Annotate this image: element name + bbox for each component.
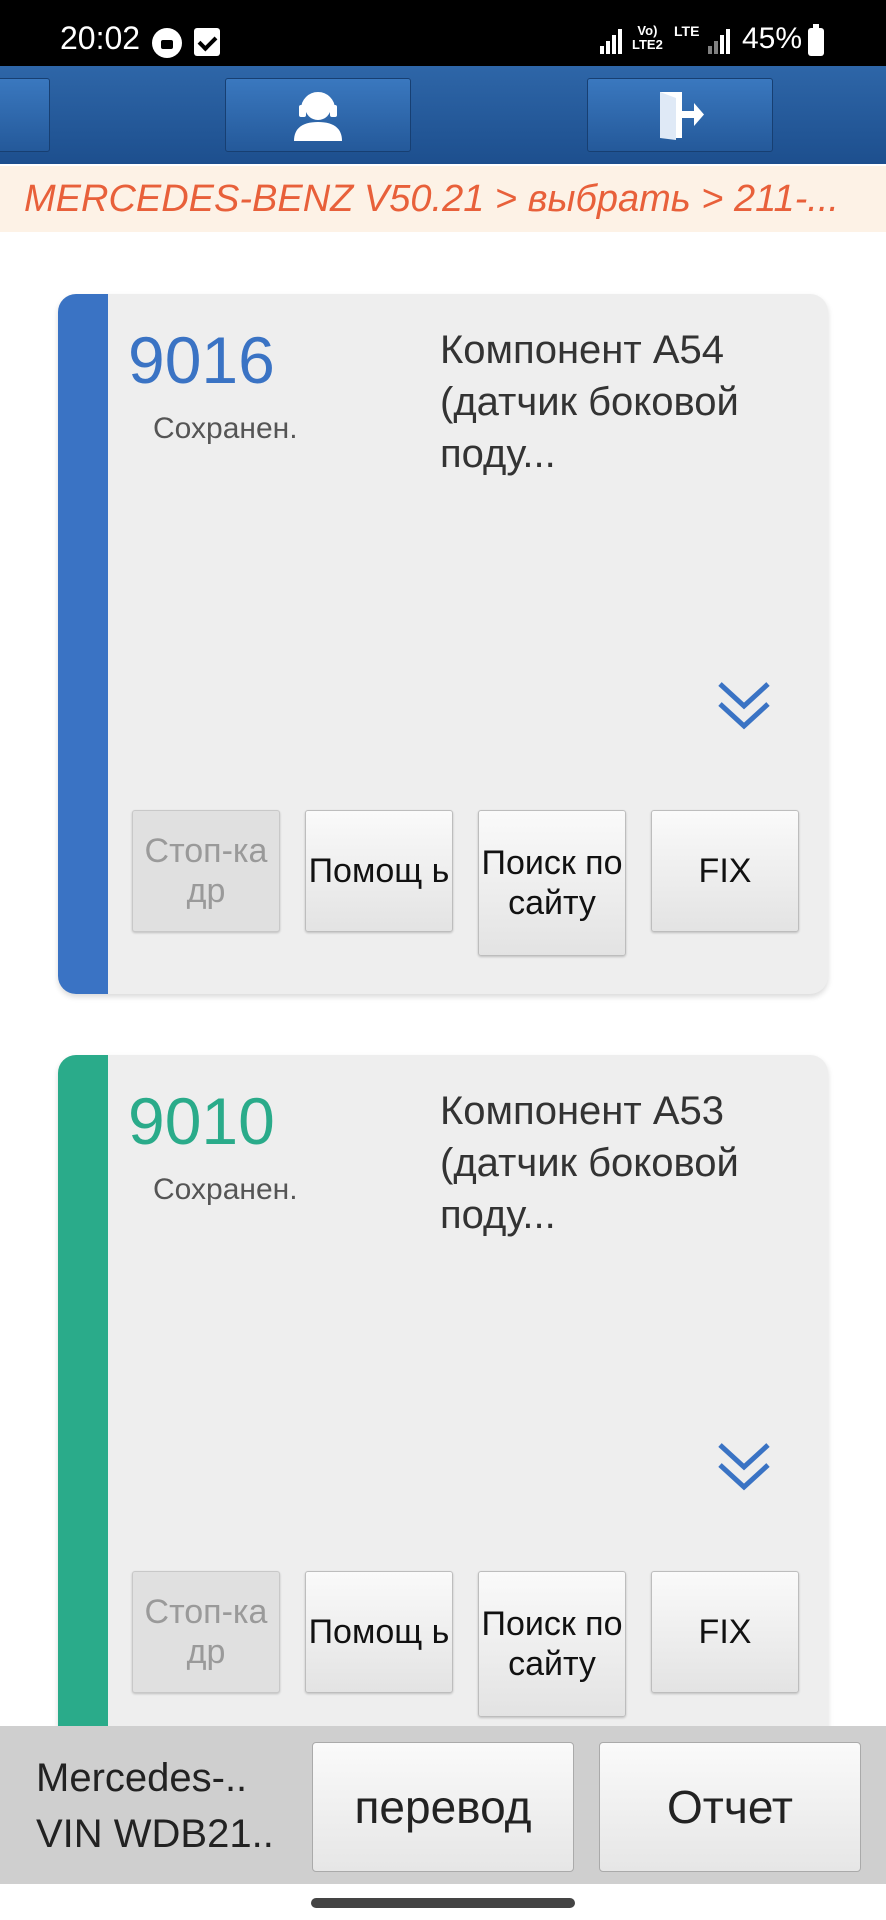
dtc-description: Компонент A54 (датчик боковой поду... (440, 328, 739, 476)
menu-button[interactable] (0, 78, 50, 152)
status-bar: 20:02 Vo) LTE2 LTE 45% (0, 0, 886, 66)
search-site-button[interactable]: Поиск по сайту (478, 1571, 626, 1717)
dtc-status: Сохранен. (153, 1173, 298, 1206)
bottom-bar: Mercedes-.. VIN WDB21.. перевод Отчет (0, 1726, 886, 1884)
battery-percent: 45% (742, 22, 803, 55)
help-button[interactable]: Помощ ь (305, 1571, 453, 1693)
signal-strength-icon-2 (708, 28, 734, 54)
vehicle-model: Mercedes-.. (36, 1756, 248, 1800)
exit-button[interactable] (587, 78, 773, 152)
support-agent-icon (294, 92, 342, 141)
fix-button[interactable]: FIX (651, 810, 799, 932)
expand-chevron-icon[interactable] (714, 1437, 774, 1497)
home-handle[interactable] (311, 1898, 575, 1908)
task-check-icon (194, 28, 220, 56)
card-accent-stripe (58, 1055, 108, 1755)
vehicle-vin: VIN WDB21.. (36, 1812, 274, 1856)
expand-chevron-icon[interactable] (714, 676, 774, 736)
freeze-frame-button[interactable]: Стоп-ка др (132, 1571, 280, 1693)
dtc-description: Компонент A53 (датчик боковой поду... (440, 1089, 739, 1237)
lte-indicator: LTE (674, 23, 700, 39)
top-toolbar (0, 66, 886, 164)
breadcrumb: MERCEDES-BENZ V50.21 > выбрать > 211-... (0, 166, 886, 232)
translate-button[interactable]: перевод (312, 1742, 574, 1872)
vpn-lock-icon (152, 28, 182, 58)
dtc-status: Сохранен. (153, 412, 298, 445)
dtc-code: 9016 (128, 323, 275, 397)
freeze-frame-button[interactable]: Стоп-ка др (132, 810, 280, 932)
search-site-button[interactable]: Поиск по сайту (478, 810, 626, 956)
status-time: 20:02 (60, 20, 141, 56)
dtc-card: 9010 Сохранен. Компонент A53 (датчик бок… (58, 1055, 828, 1755)
fix-button[interactable]: FIX (651, 1571, 799, 1693)
volte-indicator: Vo) LTE2 (632, 23, 663, 52)
exit-icon (660, 92, 704, 140)
gesture-nav-bar (0, 1884, 886, 1920)
report-button[interactable]: Отчет (599, 1742, 861, 1872)
card-accent-stripe (58, 294, 108, 994)
battery-charging-icon (808, 24, 824, 56)
dtc-card: 9016 Сохранен. Компонент A54 (датчик бок… (58, 294, 828, 994)
signal-strength-icon (600, 28, 626, 54)
dtc-code: 9010 (128, 1084, 275, 1158)
help-button[interactable]: Помощ ь (305, 810, 453, 932)
support-button[interactable] (225, 78, 411, 152)
vehicle-info: Mercedes-.. VIN WDB21.. (36, 1750, 274, 1862)
